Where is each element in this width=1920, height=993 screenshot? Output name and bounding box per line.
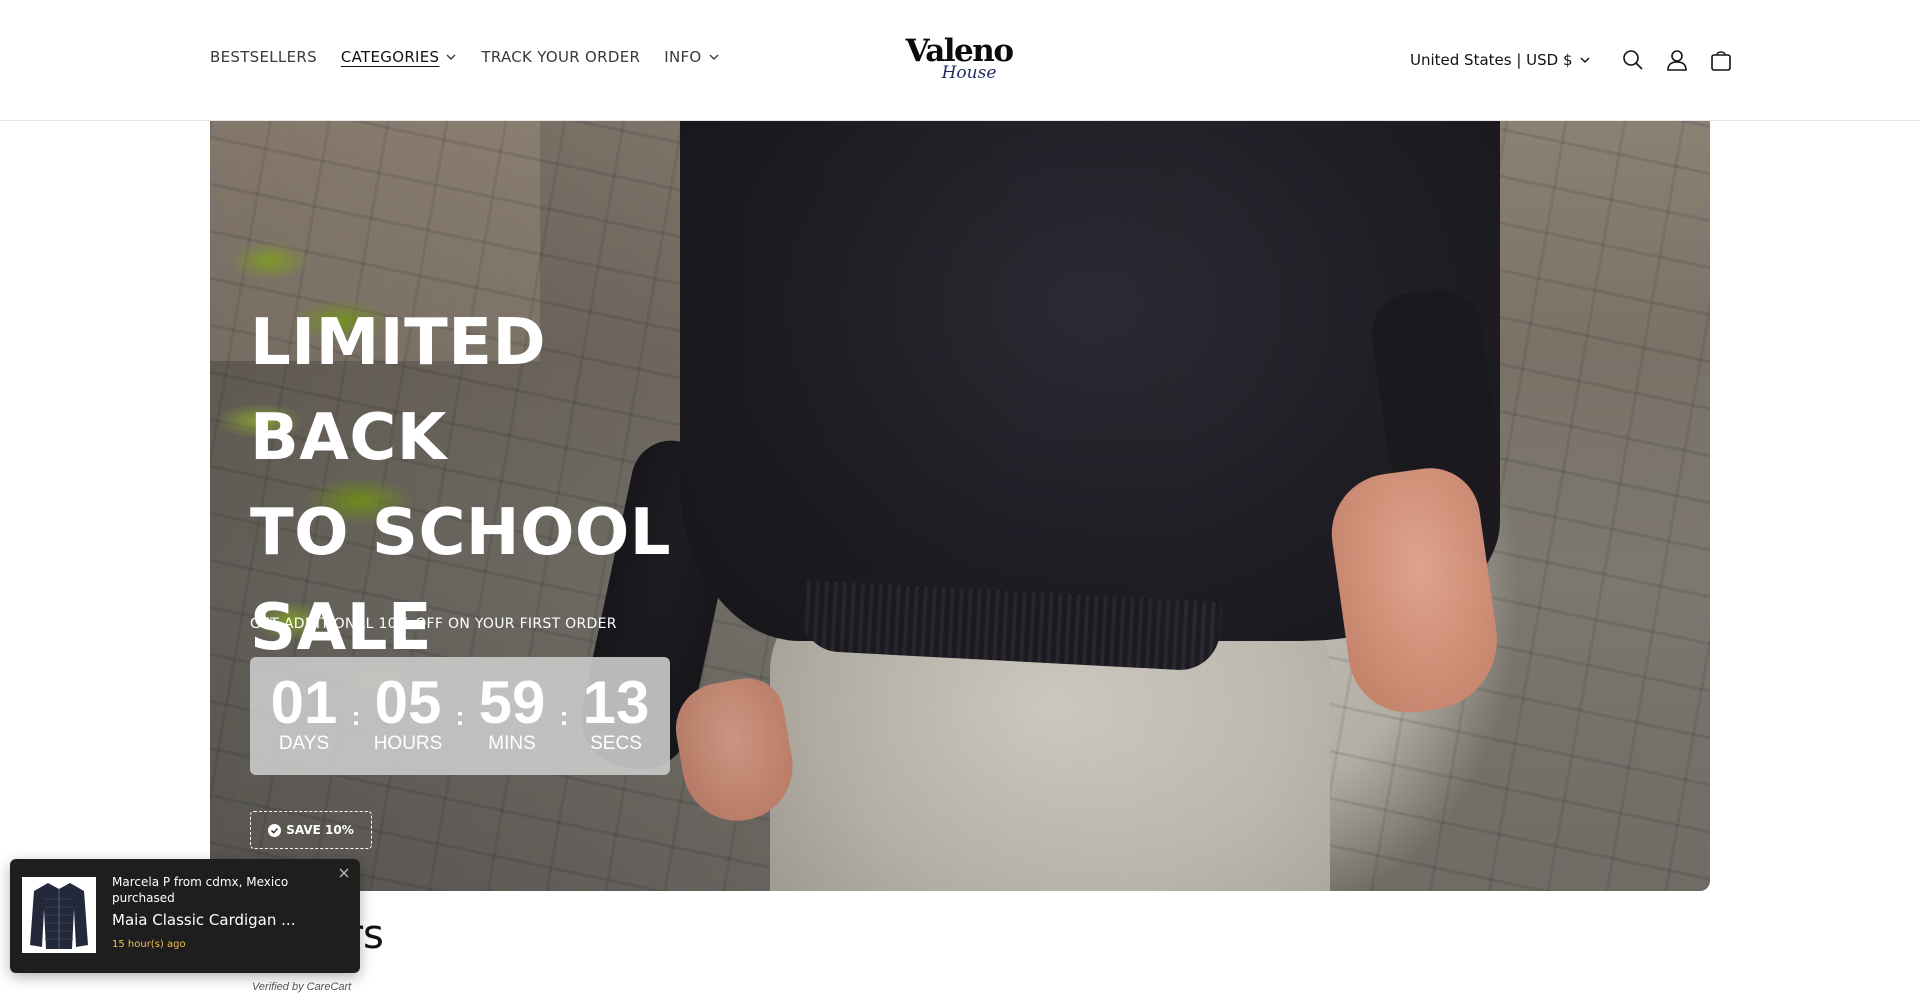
nav-label: INFO [664,48,702,66]
countdown-secs: 13 SECS [573,673,659,755]
save-10-button[interactable]: SAVE 10% [250,811,372,849]
countdown-label: HOURS [373,733,443,754]
countdown-label: DAYS [278,733,330,754]
chevron-down-icon [1580,57,1590,63]
nav-item-track-order[interactable]: TRACK YOUR ORDER [481,48,640,66]
countdown-label: MINS [488,733,536,754]
header-actions: United States | USD $ [1410,44,1743,76]
nav-label: BESTSELLERS [210,48,317,66]
account-button[interactable] [1655,44,1699,76]
cart-button[interactable] [1699,44,1743,76]
site-logo[interactable]: Valeno House [898,34,1020,88]
countdown-value: 05 [374,669,442,736]
hero-subtitle: GET ADDITIONAL 10% OFF ON YOUR FIRST ORD… [250,616,617,632]
jacket-image [30,883,88,949]
countdown-value: 01 [270,669,338,736]
nav-item-bestsellers[interactable]: BESTSELLERS [210,48,317,66]
countdown-separator: : [351,701,361,731]
countdown-label: SECS [590,733,642,754]
close-popup-button[interactable] [334,863,354,883]
verified-badge: Verified by CareCart [252,981,352,993]
cart-icon [1710,51,1731,71]
countdown-separator: : [559,701,569,731]
search-icon [1622,50,1643,70]
site-header: BESTSELLERS CATEGORIES TRACK YOUR ORDER … [0,0,1920,121]
nav-label: CATEGORIES [340,48,440,66]
main-nav: BESTSELLERS CATEGORIES TRACK YOUR ORDER … [210,48,744,66]
recent-purchase-popup[interactable]: Marcela P from cdmx, Mexico purchased Ma… [10,859,360,973]
locale-selector[interactable]: United States | USD $ [1410,51,1591,69]
countdown-mins: 59 MINS [469,673,555,755]
account-icon [1666,50,1687,71]
check-circle-icon [268,823,282,837]
chevron-down-icon [446,54,456,60]
product-thumbnail[interactable] [22,877,96,953]
countdown-separator: : [455,701,465,731]
save-button-label: SAVE 10% [286,823,354,837]
nav-item-info[interactable]: INFO [664,48,719,66]
nav-item-categories[interactable]: CATEGORIES [341,48,458,66]
countdown-value: 59 [478,669,546,736]
product-name-link[interactable]: Maia Classic Cardigan ... [112,911,312,929]
countdown-hours: 05 HOURS [365,673,451,755]
hero-banner[interactable]: LIMITED BACK TO SCHOOL SALE GET ADDITION… [210,121,1710,891]
countdown-days: 01 DAYS [261,673,347,755]
locale-label: United States | USD $ [1410,51,1573,69]
purchase-info: Marcela P from cdmx, Mexico purchased [112,875,289,905]
search-button[interactable] [1611,44,1655,76]
countdown-timer: 01 DAYS : 05 HOURS : 59 MINS : 13 SECS [250,657,670,775]
nav-label: TRACK YOUR ORDER [481,48,641,66]
close-icon [339,868,349,878]
hero-title-line: LIMITED BACK [250,306,547,475]
chevron-down-icon [709,54,719,60]
hero-title-line: TO SCHOOL [250,496,672,570]
purchase-time: 15 hour(s) ago [112,939,186,950]
countdown-value: 13 [582,669,650,736]
